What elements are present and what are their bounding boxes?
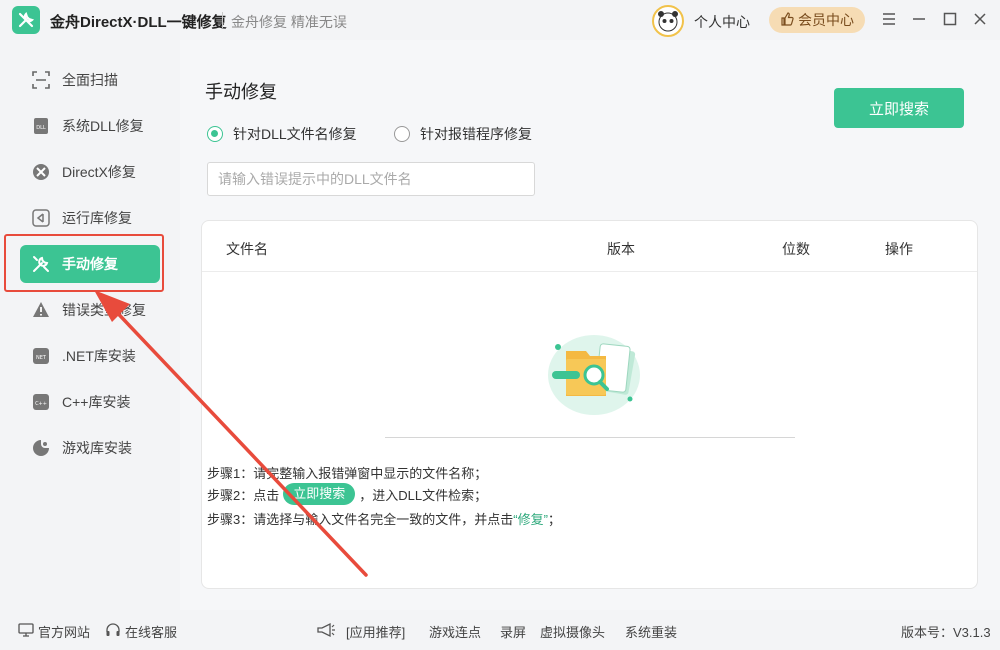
app-slogan: 金舟修复 精准无误 [231, 14, 347, 30]
steps-divider [385, 437, 795, 438]
step-2-search-pill: 立即搜索 [283, 483, 356, 505]
dll-filename-input[interactable] [207, 162, 535, 196]
runtime-icon [32, 209, 50, 227]
radio-label: 针对DLL文件名修复 [233, 126, 357, 142]
vip-center-label: 会员中心 [798, 12, 854, 28]
sidebar-item-runtime[interactable]: 运行库修复 [20, 199, 160, 237]
footer-link-system-reinstall[interactable]: 系统重装 [625, 622, 677, 641]
sidebar-item-label: C++库安装 [62, 394, 131, 410]
app-title: 金舟DirectX·DLL一键修复 [50, 14, 227, 31]
footer-link-virtual-camera[interactable]: 虚拟摄像头 [540, 622, 605, 641]
step-3-repair-word: “修复” [513, 512, 548, 527]
sidebar-item-label: 系统DLL修复 [62, 118, 144, 134]
cpp-icon: C++ [32, 393, 50, 411]
official-website-label: 官方网站 [38, 625, 91, 640]
sidebar-item-error-type[interactable]: 错误类型修复 [20, 291, 160, 329]
svg-text:C++: C++ [35, 401, 47, 407]
maximize-icon[interactable] [941, 10, 959, 28]
sidebar-item-label: 手动修复 [62, 256, 118, 272]
online-support-label: 在线客服 [125, 625, 178, 640]
radio-dll-filename[interactable]: 针对DLL文件名修复 [207, 124, 357, 144]
version-label: 版本号：V3.1.3 [901, 625, 991, 640]
svg-text:NET: NET [36, 355, 47, 361]
title-separator [222, 12, 223, 28]
sidebar-item-cpp[interactable]: C++ C++库安装 [20, 383, 160, 421]
scan-icon [32, 71, 50, 89]
column-header-filename: 文件名 [226, 241, 268, 257]
page-title: 手动修复 [205, 82, 277, 102]
table-header: 文件名 版本 位数 操作 [202, 221, 977, 272]
dll-icon: DLL [32, 117, 50, 135]
close-icon[interactable] [971, 10, 989, 28]
app-recommend-label: [应用推荐] [346, 625, 406, 640]
column-header-version: 版本 [607, 241, 635, 257]
radio-dot-checked [207, 126, 223, 142]
app-recommend: [应用推荐] [316, 622, 405, 641]
radio-dot [394, 126, 410, 142]
title-bar: 金舟DirectX·DLL一键修复 金舟修复 精准无误 个人中心 会员中心 [0, 0, 1000, 40]
minimize-icon[interactable] [910, 10, 928, 28]
sidebar-item-label: .NET库安装 [62, 348, 136, 364]
sidebar-item-system-dll[interactable]: DLL 系统DLL修复 [20, 107, 160, 145]
game-icon [32, 439, 50, 457]
sidebar-item-directx[interactable]: DirectX修复 [20, 153, 160, 191]
svg-text:DLL: DLL [36, 125, 46, 131]
thumbs-up-icon [780, 11, 794, 29]
step-2-prefix: 步骤2：点击 [207, 487, 280, 503]
sidebar-item-label: DirectX修复 [62, 164, 136, 180]
sidebar-item-game[interactable]: 游戏库安装 [20, 429, 160, 467]
warning-icon [32, 301, 50, 319]
official-website-link[interactable]: 官方网站 [18, 622, 90, 641]
profile-link[interactable]: 个人中心 [694, 12, 750, 32]
step-1-text: 步骤1：请完整输入报错弹窗中显示的文件名称； [207, 466, 488, 481]
footer-link-game-clicker[interactable]: 游戏连点 [429, 622, 481, 641]
step-3-prefix: 步骤3：请选择与输入文件名完全一致的文件，并点击 [207, 512, 514, 527]
sidebar-item-label: 游戏库安装 [62, 440, 132, 456]
step-2-suffix: ，进入DLL文件检索； [359, 487, 488, 503]
radio-error-program[interactable]: 针对报错程序修复 [394, 124, 532, 144]
step-2-text: 步骤2：点击 立即搜索 ，进入DLL文件检索； [207, 483, 487, 505]
step-3-text: 步骤3：请选择与输入文件名完全一致的文件，并点击 “修复” ； [207, 509, 561, 528]
footer-link-screen-record[interactable]: 录屏 [500, 622, 526, 641]
sidebar-item-label: 运行库修复 [62, 210, 132, 226]
monitor-icon [18, 623, 34, 640]
sidebar-item-dotnet[interactable]: NET .NET库安装 [20, 337, 160, 375]
sidebar-item-manual-repair[interactable]: 手动修复 [20, 245, 160, 283]
dotnet-icon: NET [32, 347, 50, 365]
column-header-bits: 位数 [782, 241, 810, 257]
sidebar-item-label: 错误类型修复 [62, 302, 146, 318]
online-support-link[interactable]: 在线客服 [105, 622, 177, 641]
avatar[interactable] [652, 5, 684, 37]
megaphone-icon [316, 622, 336, 641]
app-logo-icon [12, 6, 40, 34]
vip-center-button[interactable]: 会员中心 [769, 7, 865, 33]
search-now-button[interactable]: 立即搜索 [834, 88, 964, 128]
empty-folder-search-icon [544, 329, 640, 415]
footer: 官方网站 在线客服 [应用推荐] 游戏连点 录屏 虚拟摄像头 系统重装 版本号：… [0, 610, 1000, 650]
sidebar-item-label: 全面扫描 [62, 72, 118, 88]
results-table: 文件名 版本 位数 操作 [201, 220, 978, 589]
headset-icon [105, 622, 121, 641]
wrench-icon [32, 255, 50, 273]
sidebar: 全面扫描 DLL 系统DLL修复 DirectX修复 运行库修复 手动修复 错误… [0, 40, 180, 610]
column-header-action: 操作 [885, 241, 913, 257]
radio-label: 针对报错程序修复 [420, 126, 532, 142]
menu-icon[interactable] [880, 10, 898, 28]
directx-icon [32, 163, 50, 181]
sidebar-item-full-scan[interactable]: 全面扫描 [20, 61, 160, 99]
step-3-suffix: ； [547, 512, 561, 527]
